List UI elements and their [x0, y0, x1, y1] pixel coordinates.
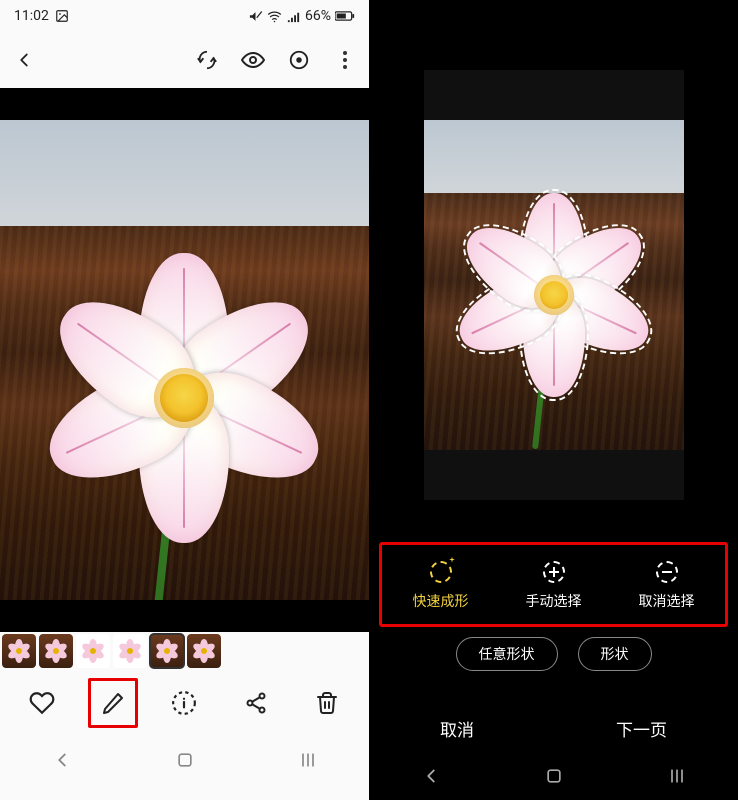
flower-photo — [0, 120, 369, 600]
right-screen: 快速成形 手动选择 取消选择 任意形状 形状 取消 下一页 — [369, 0, 738, 800]
next-button[interactable]: 下一页 — [616, 716, 667, 741]
battery-percent: 66% — [305, 8, 331, 24]
details-button[interactable] — [159, 678, 209, 728]
nav-home[interactable] — [155, 747, 215, 773]
status-right: 66% — [248, 8, 355, 24]
edit-canvas[interactable] — [424, 70, 684, 500]
shape-pill[interactable]: 形状 — [578, 637, 652, 671]
favorite-button[interactable] — [17, 678, 67, 728]
sparkle-icon — [447, 556, 457, 566]
delete-button[interactable] — [302, 678, 352, 728]
cancel-select-label: 取消选择 — [639, 591, 695, 611]
selection-tools-row: 快速成形 手动选择 取消选择 — [379, 542, 728, 627]
thumbnail[interactable] — [113, 634, 147, 668]
nav-back[interactable] — [401, 763, 461, 789]
edit-button[interactable] — [88, 678, 138, 728]
nav-home[interactable] — [524, 763, 584, 789]
battery-icon — [335, 10, 355, 22]
back-button[interactable] — [10, 46, 38, 74]
manual-select-tool[interactable]: 手动选择 — [497, 559, 610, 611]
nav-back[interactable] — [32, 747, 92, 773]
status-bar: 11:02 66% — [0, 0, 369, 32]
thumbnail[interactable] — [76, 634, 110, 668]
image-icon — [55, 9, 69, 23]
more-menu[interactable] — [331, 46, 359, 74]
quick-shape-label: 快速成形 — [413, 591, 469, 611]
editor-footer: 取消 下一页 — [369, 704, 738, 752]
main-image[interactable] — [0, 88, 369, 632]
mute-icon — [248, 9, 263, 24]
share-button[interactable] — [231, 678, 281, 728]
left-screen: 11:02 66% — [0, 0, 369, 800]
lens-icon[interactable] — [285, 46, 313, 74]
wifi-icon — [267, 9, 282, 24]
flower-photo — [424, 120, 684, 450]
thumbnail[interactable] — [150, 634, 184, 668]
thumbnail[interactable] — [2, 634, 36, 668]
thumbnail[interactable] — [187, 634, 221, 668]
eye-icon[interactable] — [239, 46, 267, 74]
system-nav-bar — [369, 752, 738, 800]
thumbnail[interactable] — [39, 634, 73, 668]
system-nav-bar — [0, 736, 369, 784]
quick-shape-tool[interactable]: 快速成形 — [384, 559, 497, 611]
cancel-select-tool[interactable]: 取消选择 — [610, 559, 723, 611]
signal-icon — [286, 9, 301, 24]
bottom-action-bar — [0, 670, 369, 736]
cancel-button[interactable]: 取消 — [440, 716, 474, 741]
thumbnail-strip[interactable] — [0, 632, 369, 670]
status-time: 11:02 — [14, 8, 49, 24]
viewer-toolbar — [0, 32, 369, 88]
nav-recents[interactable] — [278, 747, 338, 773]
shape-pill-row: 任意形状 形状 — [369, 637, 738, 671]
remaster-icon[interactable] — [193, 46, 221, 74]
nav-recents[interactable] — [647, 763, 707, 789]
manual-select-label: 手动选择 — [526, 591, 582, 611]
freeform-pill[interactable]: 任意形状 — [456, 637, 558, 671]
